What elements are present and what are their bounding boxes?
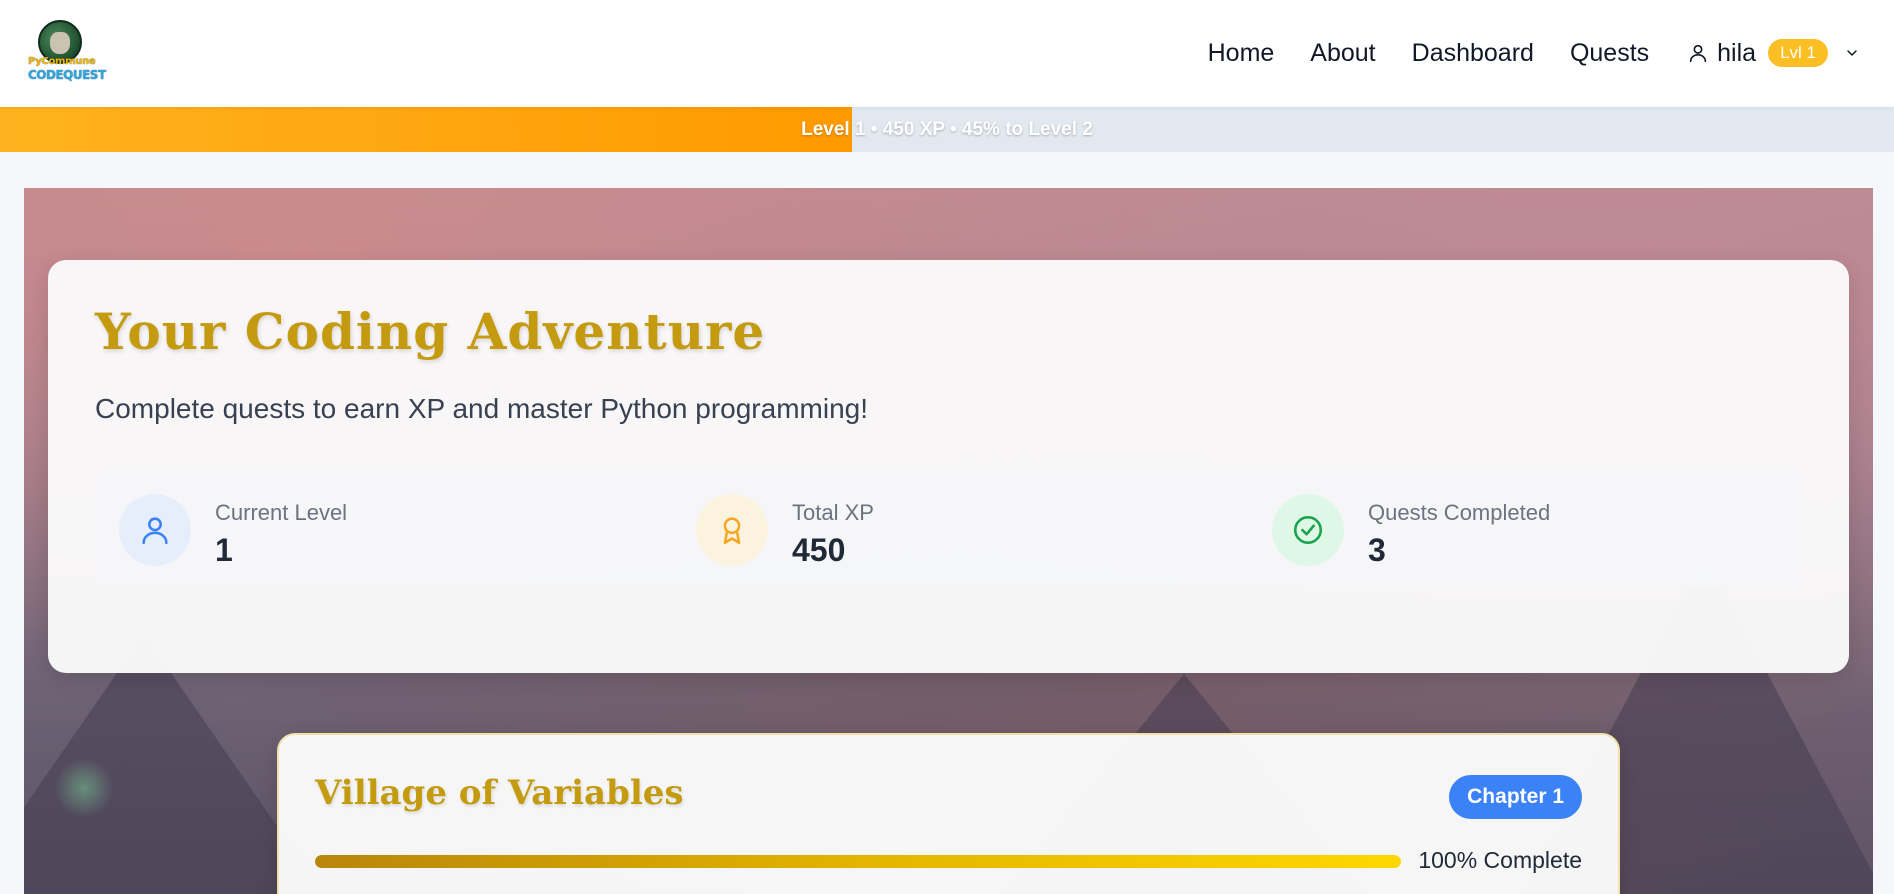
top-header: PyCommune CODEQUEST Home About Dashboard… [0,0,1894,107]
stat-value: 3 [1368,532,1386,568]
chapter-progress-bar [315,855,1401,868]
xp-progress-bar: Level 1 • 450 XP • 45% to Level 2 [0,107,1894,152]
level-badge: Lvl 1 [1768,39,1828,67]
stat-total-xp: Total XP 450 [672,470,1232,588]
user-name: hila [1717,38,1757,67]
page-subtitle: Complete quests to earn XP and master Py… [95,393,868,424]
stat-value: 450 [792,532,846,568]
chapter-title: Village of Variables [315,773,684,813]
chapter-badge: Chapter 1 [1449,775,1582,819]
award-icon [696,494,768,566]
adventure-card: Your Coding Adventure Complete quests to… [48,260,1849,673]
stat-label: Current Level [215,500,348,525]
site-logo[interactable]: PyCommune CODEQUEST [28,20,106,84]
stat-label: Quests Completed [1368,500,1551,525]
nav-quests[interactable]: Quests [1570,39,1649,68]
nav-about[interactable]: About [1310,39,1375,68]
main-nav: Home About Dashboard Quests hila Lvl 1 [1172,30,1860,76]
user-icon [119,494,191,566]
stat-value: 1 [215,532,233,568]
chapter-progress-text: 100% Complete [1418,847,1582,873]
nav-dashboard[interactable]: Dashboard [1412,39,1534,68]
logo-text-top: PyCommune [28,56,96,67]
user-icon [1689,44,1707,63]
xp-progress-text: Level 1 • 450 XP • 45% to Level 2 [801,119,1093,140]
chapter-card[interactable]: Village of Variables Chapter 1 100% Comp… [277,733,1620,894]
logo-mascot [50,32,70,54]
page-title: Your Coding Adventure [95,302,766,361]
chapter-progress-fill [315,855,1401,868]
stat-quests-completed: Quests Completed 3 [1248,470,1808,588]
chevron-down-icon [1847,50,1857,56]
ambient-glow [54,758,114,818]
stats-row: Current Level 1 Total XP 450 Quests Comp… [95,470,1801,588]
logo-text-bottom: CODEQUEST [28,68,106,82]
stat-label: Total XP [792,500,874,525]
stat-current-level: Current Level 1 [95,470,655,588]
check-circle-icon [1272,494,1344,566]
user-menu-button[interactable]: hila Lvl 1 [1687,39,1860,68]
nav-home[interactable]: Home [1208,39,1275,68]
